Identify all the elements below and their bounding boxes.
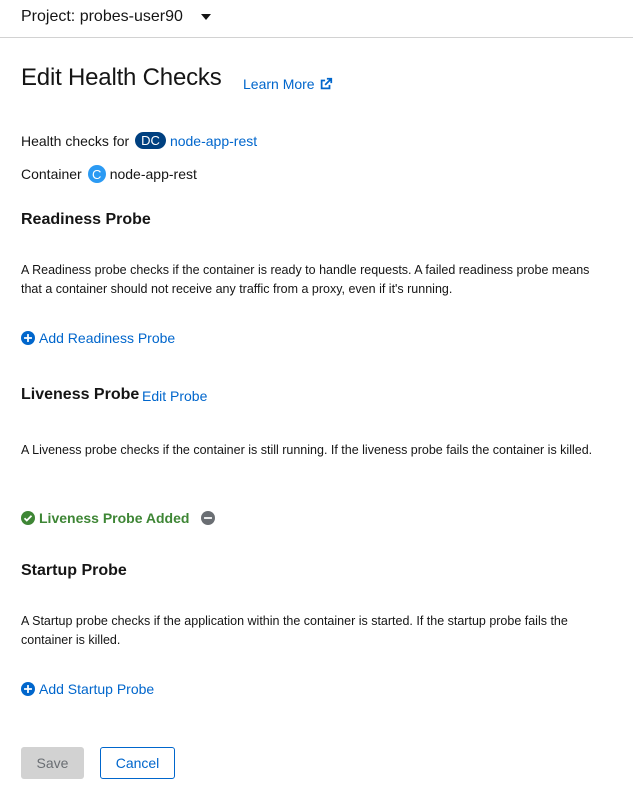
project-bar: Project: probes-user90 (0, 0, 633, 38)
add-startup-probe-button[interactable]: Add Startup Probe (21, 681, 154, 697)
health-checks-for-row: Health checks for DC node-app-rest (21, 132, 257, 149)
container-row: Container C node-app-rest (21, 165, 197, 183)
readiness-probe-description: A Readiness probe checks if the containe… (21, 263, 590, 296)
plus-circle-icon (21, 682, 35, 696)
caret-down-icon (200, 14, 211, 20)
liveness-probe-added-label: Liveness Probe Added (39, 510, 190, 526)
liveness-probe-title: Liveness Probe (21, 386, 140, 403)
edit-liveness-probe-link[interactable]: Edit Probe (142, 388, 207, 404)
minus-circle-icon[interactable] (201, 511, 215, 525)
plus-circle-icon (21, 331, 35, 345)
project-label: Project: probes-user90 (21, 8, 183, 25)
resource-badge: DC (135, 132, 166, 149)
check-circle-icon (21, 511, 35, 525)
startup-probe-description: A Startup probe checks if the applicatio… (21, 614, 568, 647)
liveness-probe-status: Liveness Probe Added (21, 510, 189, 526)
health-checks-for-label: Health checks for (21, 132, 130, 149)
learn-more-link[interactable]: Learn More (243, 76, 333, 92)
startup-probe-title: Startup Probe (21, 562, 127, 579)
container-label: Container (21, 166, 82, 182)
add-readiness-probe-label: Add Readiness Probe (39, 330, 176, 346)
save-button[interactable]: Save (21, 747, 84, 779)
project-dropdown[interactable]: Project: probes-user90 (21, 6, 211, 28)
page-title: Edit Health Checks (21, 64, 222, 91)
add-readiness-probe-button[interactable]: Add Readiness Probe (21, 330, 175, 346)
container-name: node-app-rest (109, 166, 197, 182)
cancel-button[interactable]: Cancel (100, 747, 175, 779)
liveness-probe-description: A Liveness probe checks if the container… (21, 443, 593, 457)
external-link-icon (320, 77, 332, 90)
resource-link[interactable]: node-app-rest (170, 133, 257, 149)
container-badge: C (87, 165, 106, 183)
add-startup-probe-label: Add Startup Probe (39, 681, 155, 697)
learn-more-label: Learn More (243, 76, 315, 92)
readiness-probe-title: Readiness Probe (21, 211, 151, 228)
